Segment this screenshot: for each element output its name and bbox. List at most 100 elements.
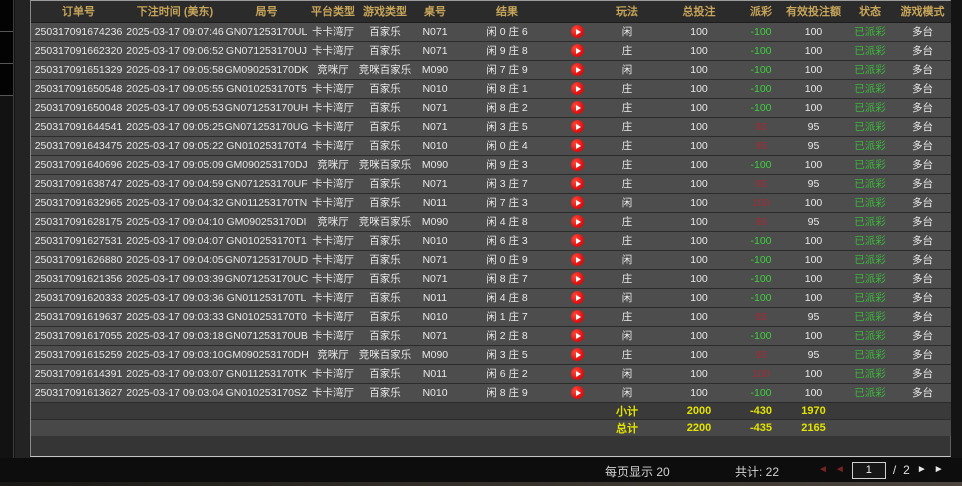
result-cell: 闲 3 庄 7 [457,174,557,193]
time-cell: 2025-03-17 09:05:58 [126,60,224,79]
game-cell: 竞咪百家乐 [357,345,413,364]
bet-cell: 100 [657,307,741,326]
play-video-icon[interactable] [571,215,584,228]
mode-cell: 多台 [894,212,951,231]
video-cell [557,60,597,79]
payout-cell: -100 [741,79,781,98]
game-cell: 百家乐 [357,326,413,345]
round-cell: GM090253170DI [224,212,309,231]
play-triangle [576,276,581,282]
valid-cell: 95 [781,117,846,136]
order-cell: 250317091638747 [31,174,126,193]
play-video-icon[interactable] [571,158,584,171]
mode-cell: 多台 [894,155,951,174]
table-no-cell: N010 [413,136,457,155]
result-cell: 闲 0 庄 9 [457,250,557,269]
payout-cell: 95 [741,174,781,193]
play-cell: 庄 [597,117,657,136]
mode-cell: 多台 [894,307,951,326]
column-header: 桌号 [413,1,457,22]
table-row: 2503170916196372025-03-17 09:03:33GN0102… [31,307,951,326]
play-video-icon[interactable] [571,348,584,361]
play-video-icon[interactable] [571,63,584,76]
round-cell: GM090253170DH [224,345,309,364]
bet-records-table-panel: 订单号下注时间 (美东)局号平台类型游戏类型桌号结果玩法总投注派彩有效投注额状态… [30,0,951,457]
play-video-icon[interactable] [571,196,584,209]
play-video-icon[interactable] [571,234,584,247]
play-video-icon[interactable] [571,329,584,342]
table-row: 2503170916152592025-03-17 09:03:10GM0902… [31,345,951,364]
last-page-button[interactable]: ► [934,460,944,480]
column-header: 平台类型 [309,1,357,22]
play-video-icon[interactable] [571,310,584,323]
table-header-row: 订单号下注时间 (美东)局号平台类型游戏类型桌号结果玩法总投注派彩有效投注额状态… [31,1,951,22]
time-cell: 2025-03-17 09:03:36 [126,288,224,307]
payout-cell: -100 [741,288,781,307]
rail-tab-2 [0,32,13,64]
platform-cell: 卡卡湾厅 [309,269,357,288]
mode-cell: 多台 [894,98,951,117]
table-no-cell: M090 [413,155,457,174]
table-no-cell: N071 [413,326,457,345]
time-cell: 2025-03-17 09:03:07 [126,364,224,383]
round-cell: GN010253170T0 [224,307,309,326]
platform-cell: 卡卡湾厅 [309,250,357,269]
play-video-icon[interactable] [571,25,584,38]
table-no-cell: N011 [413,193,457,212]
video-cell [557,269,597,288]
play-video-icon[interactable] [571,291,584,304]
time-cell: 2025-03-17 09:04:05 [126,250,224,269]
page-number-input[interactable] [852,462,886,479]
result-cell: 闲 3 庄 5 [457,117,557,136]
round-cell: GN071253170UF [224,174,309,193]
result-cell: 闲 7 庄 3 [457,193,557,212]
bet-cell: 100 [657,383,741,402]
play-video-icon[interactable] [571,44,584,57]
platform-cell: 卡卡湾厅 [309,79,357,98]
table-row: 2503170916203332025-03-17 09:03:36GN0112… [31,288,951,307]
play-video-icon[interactable] [571,177,584,190]
next-page-button[interactable]: ► [917,460,927,480]
mode-cell: 多台 [894,250,951,269]
play-video-icon[interactable] [571,120,584,133]
result-cell: 闲 6 庄 2 [457,364,557,383]
first-page-button[interactable]: ◄ [818,460,828,480]
order-cell: 250317091617055 [31,326,126,345]
column-header: 状态 [846,1,894,22]
total-label: 总计 [597,419,657,436]
play-triangle [576,295,581,301]
play-cell: 庄 [597,345,657,364]
time-cell: 2025-03-17 09:04:59 [126,174,224,193]
play-cell: 庄 [597,155,657,174]
payout-cell: -100 [741,60,781,79]
status-cell: 已派彩 [846,136,894,155]
order-cell: 250317091621356 [31,269,126,288]
table-no-cell: N010 [413,231,457,250]
status-cell: 已派彩 [846,193,894,212]
round-cell: GN071253170UD [224,250,309,269]
play-video-icon[interactable] [571,272,584,285]
column-header: 结果 [457,1,557,22]
prev-page-button[interactable]: ◄ [835,460,845,480]
play-video-icon[interactable] [571,82,584,95]
result-cell: 闲 0 庄 6 [457,22,557,41]
time-cell: 2025-03-17 09:04:07 [126,231,224,250]
play-video-icon[interactable] [571,386,584,399]
play-video-icon[interactable] [571,101,584,114]
subtotal-bet: 2000 [657,402,741,419]
pager: ◄ ◄ / 2 ► ► [818,460,958,480]
play-video-icon[interactable] [571,139,584,152]
mode-cell: 多台 [894,136,951,155]
order-cell: 250317091650048 [31,98,126,117]
table-row: 2503170916136272025-03-17 09:03:04GN0102… [31,383,951,402]
payout-cell: 95 [741,212,781,231]
play-video-icon[interactable] [571,367,584,380]
order-cell: 250317091614391 [31,364,126,383]
play-cell: 庄 [597,98,657,117]
play-video-icon[interactable] [571,253,584,266]
round-cell: GN071253170UL [224,22,309,41]
table-row: 2503170916329652025-03-17 09:04:32GN0112… [31,193,951,212]
platform-cell: 卡卡湾厅 [309,193,357,212]
valid-cell: 95 [781,307,846,326]
round-cell: GN011253170TL [224,288,309,307]
